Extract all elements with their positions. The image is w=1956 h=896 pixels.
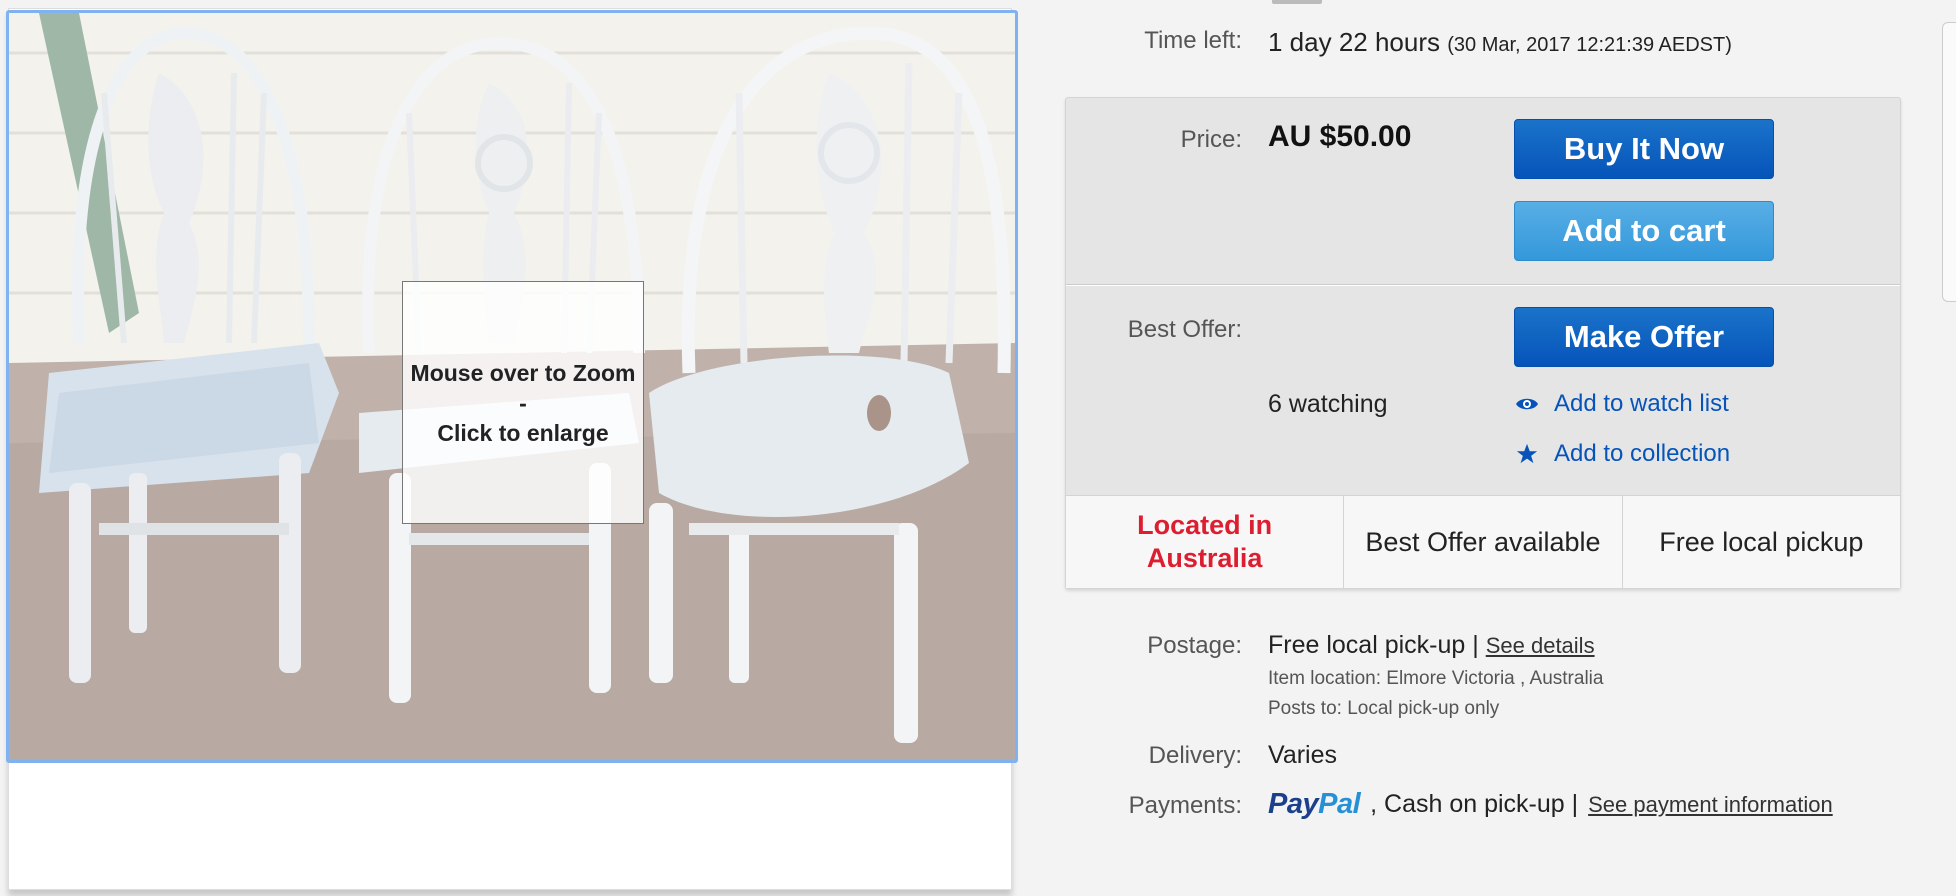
star-icon <box>1514 441 1540 467</box>
zoom-lens[interactable]: Mouse over to Zoom - Click to enlarge <box>402 281 644 524</box>
payments-row: PayPal , Cash on pick-up | See payment i… <box>1268 788 1833 821</box>
see-payment-information-link[interactable]: See payment information <box>1588 792 1833 818</box>
time-left-duration: 1 day 22 hours <box>1268 27 1441 57</box>
zoom-hint-line-3: Click to enlarge <box>437 420 609 446</box>
eye-icon <box>1514 391 1540 417</box>
zoom-hint-line-1: Mouse over to Zoom <box>410 360 636 386</box>
add-to-cart-button[interactable]: Add to cart <box>1514 201 1774 261</box>
postage-value-row: Free local pick-up | See details <box>1268 631 1595 660</box>
add-to-collection-link[interactable]: Add to collection <box>1514 440 1730 468</box>
time-left-end-date: (30 Mar, 2017 12:21:39 AEDST) <box>1447 34 1732 56</box>
side-panel-edge <box>1942 22 1956 302</box>
panel-divider <box>1066 284 1900 286</box>
best-offer-label: Best Offer: <box>1127 316 1242 343</box>
listing-badges: Located in Australia Best Offer availabl… <box>1066 495 1900 588</box>
add-to-watch-list-label[interactable]: Add to watch list <box>1554 390 1729 418</box>
time-left-value: 1 day 22 hours (30 Mar, 2017 12:21:39 AE… <box>1268 27 1732 58</box>
badge-location-line-2: Australia <box>1146 543 1263 573</box>
delivery-value: Varies <box>1268 741 1338 769</box>
item-photo[interactable]: Mouse over to Zoom - Click to enlarge <box>6 10 1018 763</box>
add-to-collection-label[interactable]: Add to collection <box>1554 440 1730 468</box>
badge-location-line-1: Located in <box>1137 510 1273 540</box>
price-value: AU $50.00 <box>1268 120 1412 153</box>
posts-to: Posts to: Local pick-up only <box>1268 698 1500 719</box>
paypal-logo: PayPal <box>1268 788 1361 821</box>
make-offer-button[interactable]: Make Offer <box>1514 307 1774 367</box>
time-left-label: Time left: <box>1144 27 1242 54</box>
paypal-logo-pal: Pal <box>1318 788 1361 820</box>
item-location: Item location: Elmore Victoria , Austral… <box>1268 668 1604 689</box>
postage-separator: | <box>1472 631 1479 659</box>
postage-value: Free local pick-up <box>1268 631 1466 659</box>
price-label: Price: <box>1180 126 1242 153</box>
badge-free-pickup: Free local pickup <box>1659 526 1864 557</box>
badge-location: Located in Australia <box>1066 496 1345 588</box>
add-to-watch-list-link[interactable]: Add to watch list <box>1514 390 1729 418</box>
zoom-hint-line-2: - <box>519 390 527 416</box>
postage-label: Postage: <box>1147 632 1242 659</box>
buy-it-now-button[interactable]: Buy It Now <box>1514 119 1774 179</box>
delivery-label: Delivery: <box>1148 742 1242 769</box>
payments-value: , Cash on pick-up | <box>1370 790 1579 818</box>
see-details-link[interactable]: See details <box>1486 633 1595 658</box>
badge-best-offer: Best Offer available <box>1344 496 1623 588</box>
paypal-logo-pay: Pay <box>1268 788 1319 820</box>
watching-count: 6 watching <box>1268 390 1388 418</box>
scrolled-content-sliver <box>1272 0 1322 4</box>
payments-label: Payments: <box>1128 792 1242 819</box>
